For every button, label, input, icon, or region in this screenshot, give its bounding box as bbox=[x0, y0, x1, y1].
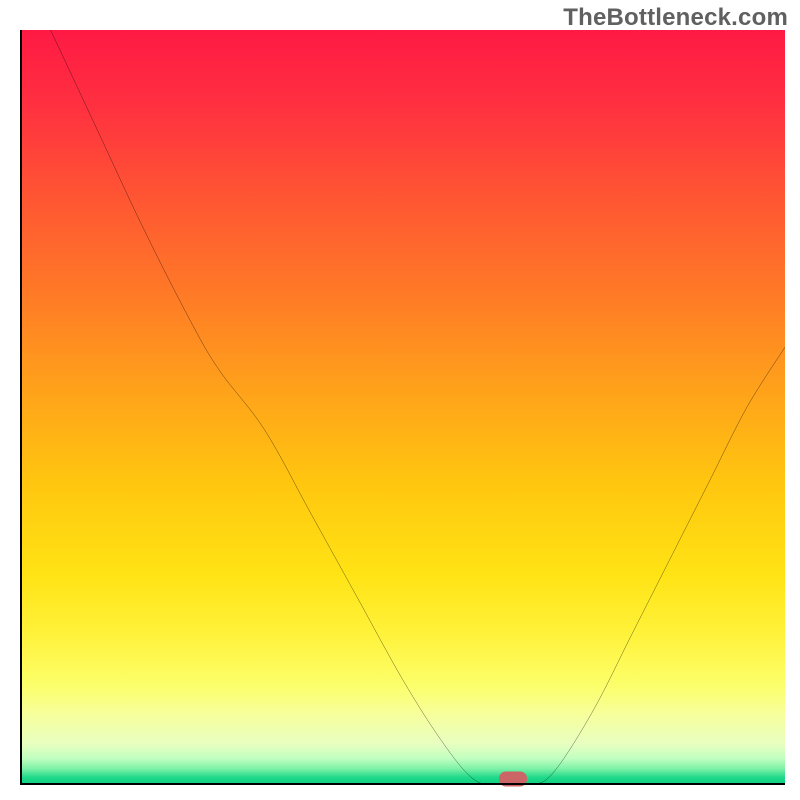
curve-path bbox=[51, 30, 785, 785]
plot-area bbox=[20, 30, 785, 785]
bottleneck-curve bbox=[20, 30, 785, 785]
optimum-marker bbox=[499, 771, 527, 786]
chart-container: TheBottleneck.com bbox=[0, 0, 800, 800]
watermark-text: TheBottleneck.com bbox=[563, 4, 788, 32]
